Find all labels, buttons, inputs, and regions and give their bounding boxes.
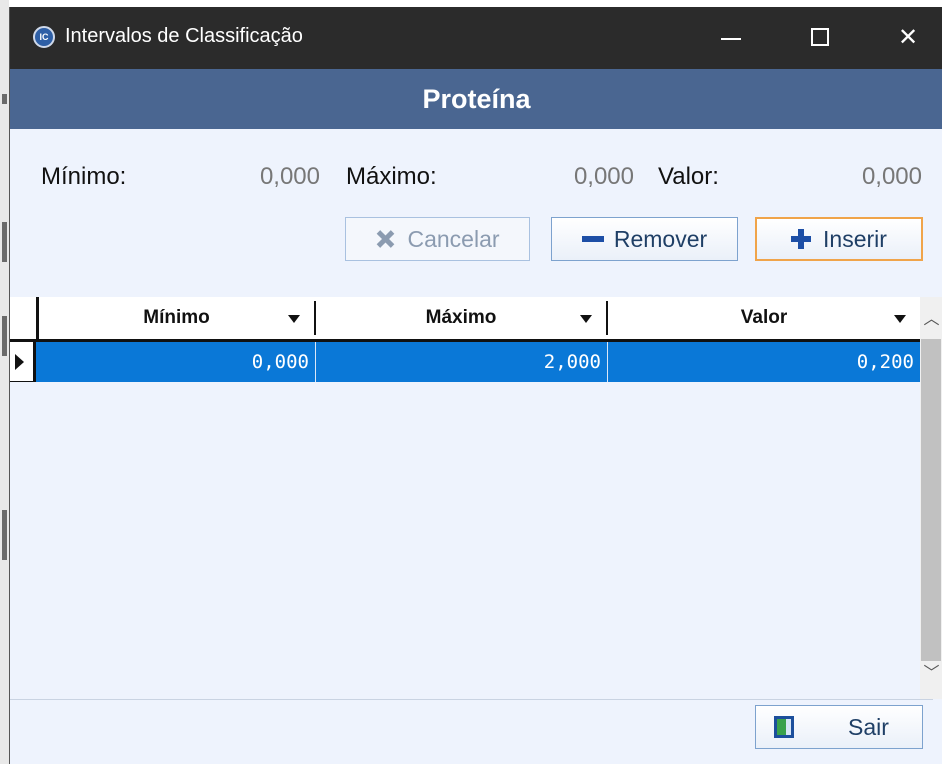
exit-door-icon <box>774 716 794 738</box>
cancel-button-label: Cancelar <box>407 225 500 252</box>
exit-button[interactable]: Sair <box>755 705 923 749</box>
background-mark <box>2 316 7 356</box>
maximo-value[interactable]: 0,000 <box>554 163 634 191</box>
minus-icon <box>581 229 604 249</box>
grid-header: Mínimo Máximo Valor <box>10 297 920 342</box>
scroll-up-icon[interactable]: ︿ <box>920 305 942 335</box>
close-icon: ✕ <box>897 24 919 51</box>
cell-minimo[interactable]: 0,000 <box>36 342 316 382</box>
cancel-x-icon <box>375 229 395 249</box>
page-title: Proteína <box>10 69 942 129</box>
row-indicator[interactable] <box>10 342 36 382</box>
minimo-label: Mínimo: <box>41 163 127 190</box>
column-header-label: Mínimo <box>143 307 210 328</box>
insert-button-label: Inserir <box>823 225 887 252</box>
dropdown-arrow-icon[interactable] <box>288 315 300 323</box>
background-mark <box>2 94 7 104</box>
minimize-button[interactable] <box>700 7 762 69</box>
valor-label: Valor: <box>658 163 719 190</box>
column-header-label: Máximo <box>425 307 497 328</box>
row-indicator-header <box>10 297 39 339</box>
scroll-down-icon[interactable]: ﹀ <box>920 659 942 689</box>
vertical-scrollbar[interactable]: ︿ ﹀ <box>920 297 942 699</box>
maximize-icon <box>811 28 829 46</box>
title-bar[interactable]: IC Intervalos de Classificação ✕ <box>10 7 942 69</box>
plus-icon <box>791 229 812 249</box>
background-mark <box>2 222 7 262</box>
remove-button-label: Remover <box>613 225 708 252</box>
background-app-edge <box>0 0 9 764</box>
table-row[interactable]: 0,000 2,000 0,200 <box>10 342 920 382</box>
intervals-grid[interactable]: Mínimo Máximo Valor 0,000 2,000 0,200 ︿ <box>10 297 942 700</box>
minimo-value[interactable]: 0,000 <box>240 163 320 191</box>
exit-button-label: Sair <box>848 714 889 740</box>
column-header-minimo[interactable]: Mínimo <box>39 297 314 339</box>
cell-maximo[interactable]: 2,000 <box>316 342 608 382</box>
remove-button[interactable]: Remover <box>551 217 738 261</box>
column-header-valor[interactable]: Valor <box>608 297 920 339</box>
background-mark <box>2 510 7 560</box>
maximize-button[interactable] <box>790 7 852 69</box>
insert-button[interactable]: Inserir <box>755 217 923 261</box>
cell-valor[interactable]: 0,200 <box>608 342 920 382</box>
column-header-maximo[interactable]: Máximo <box>316 297 606 339</box>
close-button[interactable]: ✕ <box>877 7 939 69</box>
dropdown-arrow-icon[interactable] <box>580 315 592 323</box>
window-title: Intervalos de Classificação <box>65 25 303 47</box>
dialog-window: IC Intervalos de Classificação ✕ Proteín… <box>9 7 942 764</box>
column-header-label: Valor <box>740 307 788 328</box>
dropdown-arrow-icon[interactable] <box>894 315 906 323</box>
app-icon: IC <box>33 26 55 48</box>
maximo-label: Máximo: <box>346 163 437 190</box>
scrollbar-thumb[interactable] <box>921 339 941 661</box>
minimize-icon <box>721 38 741 40</box>
valor-value[interactable]: 0,000 <box>842 163 922 191</box>
cancel-button[interactable]: Cancelar <box>345 217 530 261</box>
current-row-arrow-icon <box>15 354 24 370</box>
